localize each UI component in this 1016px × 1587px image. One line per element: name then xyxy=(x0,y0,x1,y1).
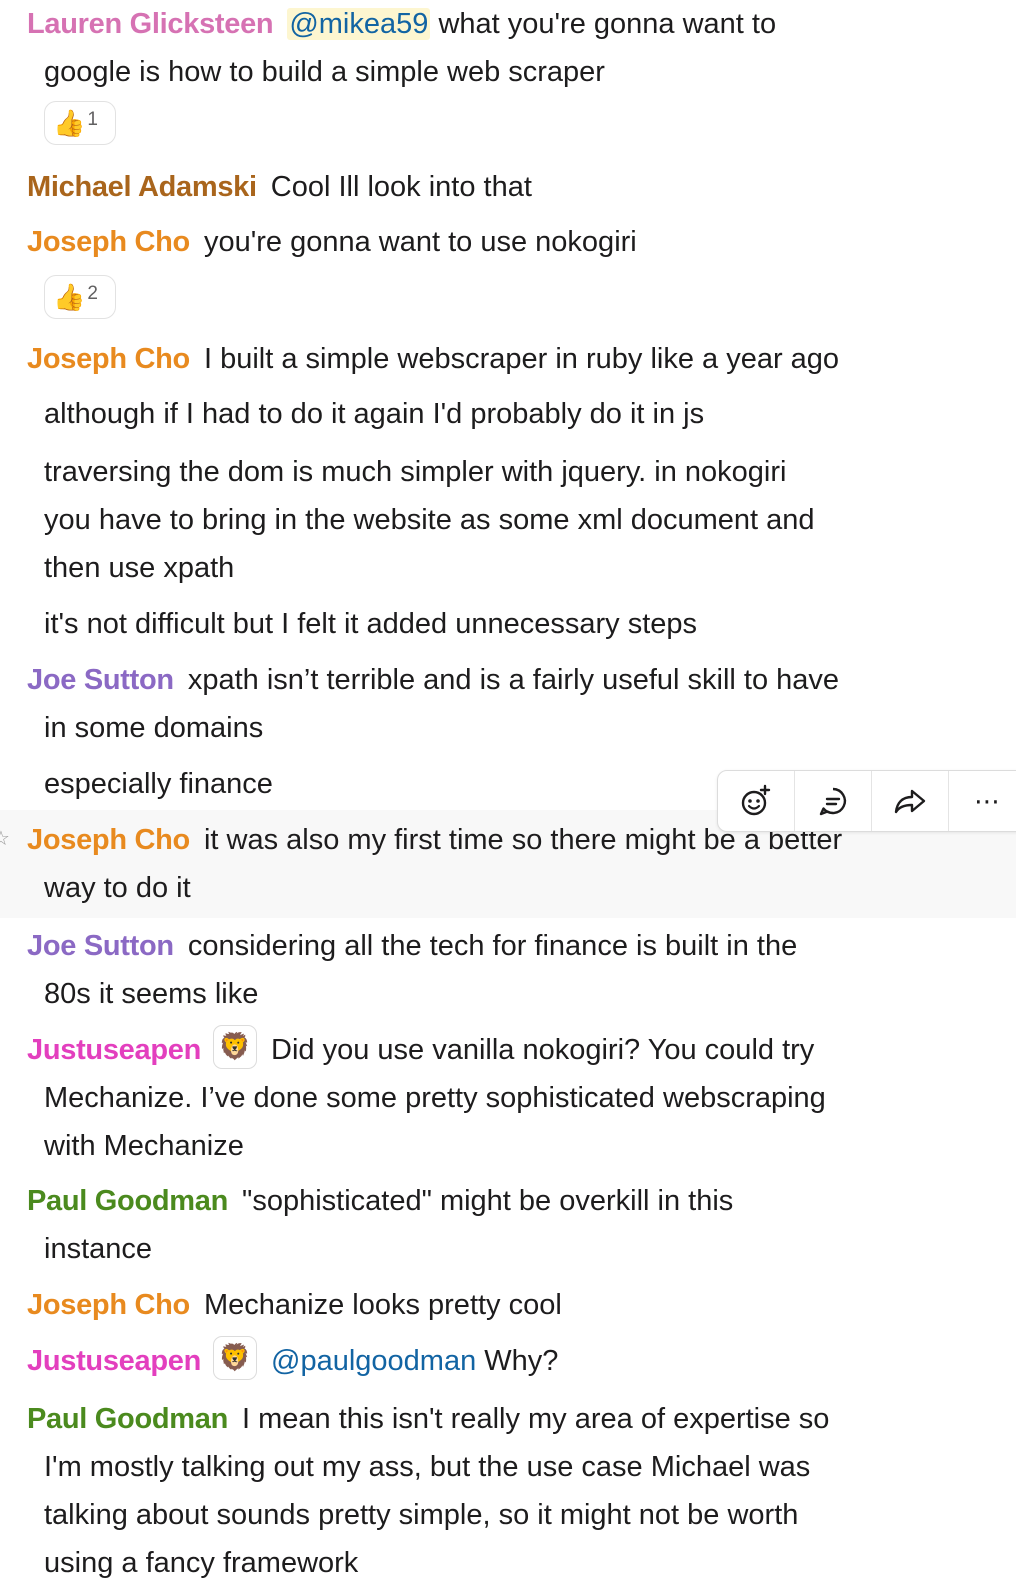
message-text: I mean this isn't really my area of expe… xyxy=(242,1403,830,1435)
thumbs-up-icon: 👍 xyxy=(53,282,86,312)
star-icon[interactable]: ☆ xyxy=(0,826,10,851)
message-text: although if I had to do it again I'd pro… xyxy=(44,398,705,430)
more-actions-icon: ⋯ xyxy=(974,786,1000,816)
message[interactable]: Justuseapen 🦁 Did you use vanilla nokogiri… xyxy=(0,1025,1016,1170)
message-text: then use xpath xyxy=(44,552,235,584)
message[interactable]: Joe Sutton considering all the tech for f… xyxy=(0,922,1016,1018)
message-text: talking about sounds pretty simple, so i… xyxy=(44,1499,799,1531)
message-text: you have to bring in the website as some… xyxy=(44,504,815,536)
message-text: "sophisticated" might be overkill in thi… xyxy=(242,1185,734,1217)
message-text: Cool Ill look into that xyxy=(270,171,532,203)
author-name[interactable]: Joseph Cho xyxy=(27,1281,190,1329)
message[interactable]: Joe Sutton xpath isn’t terrible and is a … xyxy=(0,656,1016,752)
user-mention[interactable]: @paulgoodman xyxy=(271,1345,476,1377)
message-text: Did you use vanilla nokogiri? You could … xyxy=(271,1034,815,1066)
author-name[interactable]: Paul Goodman xyxy=(27,1177,228,1225)
reaction-pill[interactable]: 👍 1 xyxy=(44,101,116,145)
author-name[interactable]: Justuseapen xyxy=(27,1026,201,1074)
message-text: google is how to build a simple web scra… xyxy=(44,56,605,88)
reaction-pill[interactable]: 👍 2 xyxy=(44,275,116,319)
author-name[interactable]: Joseph Cho xyxy=(27,335,190,383)
reply-in-thread-icon xyxy=(819,787,847,816)
message-text: instance xyxy=(44,1233,153,1265)
message[interactable]: Justuseapen 🦁 @paulgoodman Why? xyxy=(0,1336,1016,1385)
author-name[interactable]: Joe Sutton xyxy=(27,922,174,970)
message[interactable]: Michael Adamski Cool Ill look into that xyxy=(0,163,1016,211)
lion-status-icon: 🦁 xyxy=(213,1336,257,1381)
message-text: xpath isn’t terrible and is a fairly use… xyxy=(187,664,840,696)
thumbs-up-icon: 👍 xyxy=(53,108,86,138)
message-actions-toolbar: ⋯ xyxy=(717,770,1016,832)
message-text: it's not difficult but I felt it added u… xyxy=(44,608,698,640)
message[interactable]: Joseph Cho Mechanize looks pretty cool xyxy=(0,1281,1016,1329)
message-text: 80s it seems like xyxy=(44,978,259,1010)
author-name[interactable]: Paul Goodman xyxy=(27,1395,228,1443)
message-text: considering all the tech for finance is … xyxy=(187,930,798,962)
message-text: with Mechanize xyxy=(44,1130,244,1162)
message-text: I'm mostly talking out my ass, but the u… xyxy=(44,1451,811,1483)
message-text: in some domains xyxy=(44,712,264,744)
share-message-icon xyxy=(894,789,926,814)
author-name[interactable]: Joseph Cho xyxy=(27,218,190,266)
add-reaction-icon xyxy=(741,784,771,816)
user-mention[interactable]: @mikea59 xyxy=(287,8,431,40)
message-text: traversing the dom is much simpler with … xyxy=(44,456,787,488)
more-actions-button[interactable]: ⋯ xyxy=(949,771,1016,831)
message[interactable]: Paul Goodman I mean this isn't really my … xyxy=(0,1395,1016,1587)
author-name[interactable]: Lauren Glicksteen xyxy=(27,0,274,48)
message-text: especially finance xyxy=(44,768,273,800)
message-text: using a fancy framework xyxy=(44,1547,359,1579)
message-text: Mechanize looks pretty cool xyxy=(203,1289,562,1321)
message-text: way to do it xyxy=(44,872,191,904)
reaction-count: 1 xyxy=(87,109,98,130)
author-name[interactable]: Justuseapen xyxy=(27,1337,201,1385)
reaction-count: 2 xyxy=(87,283,98,304)
author-name[interactable]: Joseph Cho xyxy=(27,816,190,864)
lion-status-icon: 🦁 xyxy=(213,1025,257,1070)
message[interactable]: Joseph Cho you're gonna want to use nokog… xyxy=(0,218,1016,266)
message-text: you're gonna want to use nokogiri xyxy=(203,226,637,258)
message-text: what you're gonna want to xyxy=(438,8,777,40)
message-text: Why? xyxy=(484,1345,559,1377)
reply-in-thread-button[interactable] xyxy=(795,771,872,831)
message-text: I built a simple webscraper in ruby like… xyxy=(203,343,840,375)
author-name[interactable]: Michael Adamski xyxy=(27,163,257,211)
share-message-button[interactable] xyxy=(872,771,949,831)
message[interactable]: it's not difficult but I felt it added u… xyxy=(0,600,1016,648)
author-name[interactable]: Joe Sutton xyxy=(27,656,174,704)
message-text: Mechanize. I’ve done some pretty sophist… xyxy=(44,1082,826,1114)
message[interactable]: traversing the dom is much simpler with … xyxy=(0,448,1016,592)
message[interactable]: Paul Goodman "sophisticated" might be ove… xyxy=(0,1177,1016,1273)
message[interactable]: Lauren Glicksteen @mikea59 what you're go… xyxy=(0,0,1016,96)
message[interactable]: although if I had to do it again I'd pro… xyxy=(0,390,1016,438)
add-reaction-button[interactable] xyxy=(718,771,795,831)
message[interactable]: Joseph Cho I built a simple webscraper in… xyxy=(0,335,1016,383)
